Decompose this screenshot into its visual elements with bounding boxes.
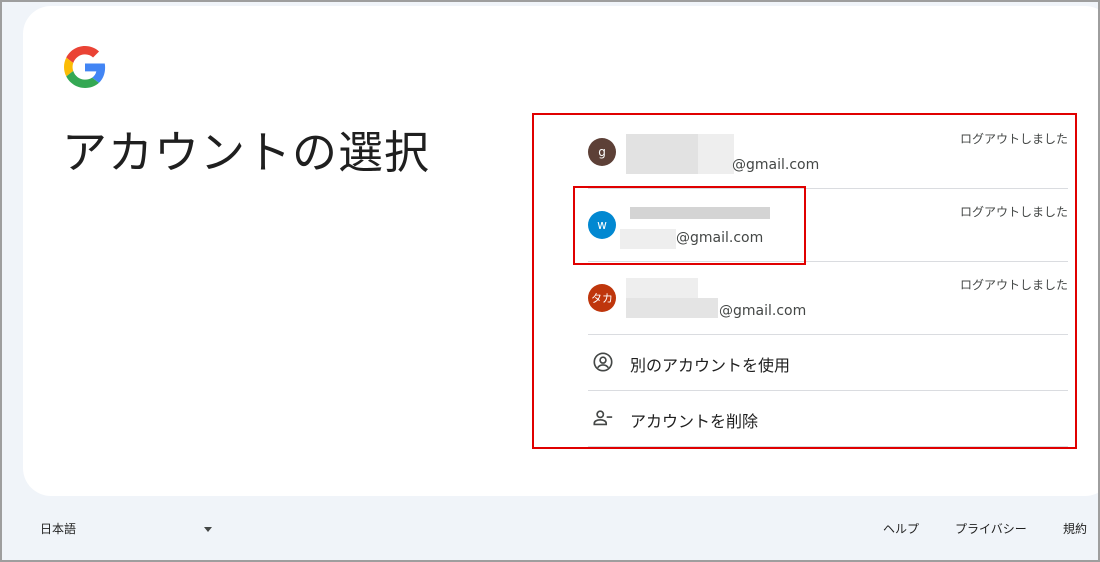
dropdown-arrow-icon[interactable] [204, 527, 212, 532]
highlight-box-selected-account [573, 186, 806, 265]
highlight-box-accounts [532, 113, 1077, 449]
google-logo-icon [64, 46, 106, 88]
help-link[interactable]: ヘルプ [883, 520, 919, 537]
privacy-link[interactable]: プライバシー [955, 520, 1027, 537]
language-selector[interactable]: 日本語 [40, 520, 76, 537]
page-title: アカウントの選択 [62, 126, 431, 179]
terms-link[interactable]: 規約 [1063, 520, 1087, 537]
